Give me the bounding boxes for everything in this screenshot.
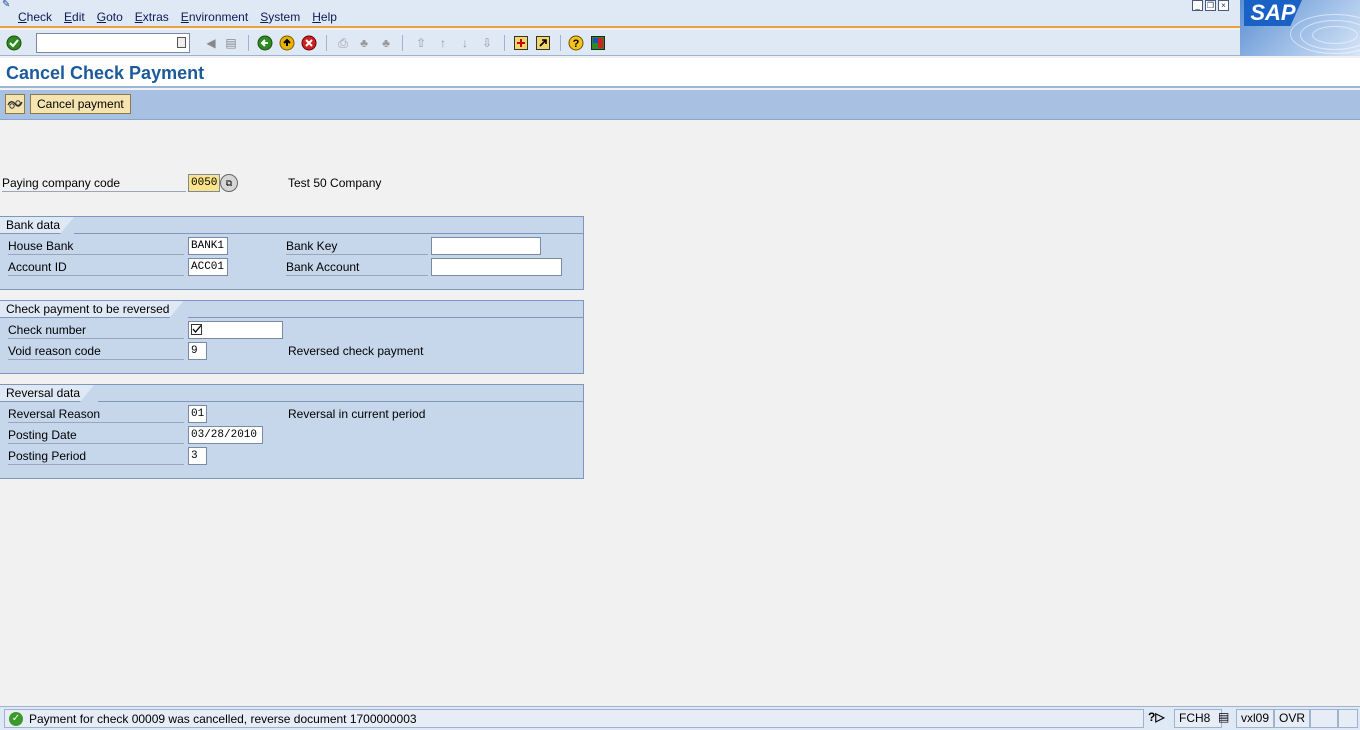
server-name: vxl09 (1236, 709, 1274, 728)
posting-date-field[interactable]: 03/28/2010 (188, 426, 263, 444)
find-icon[interactable]: ♣ (355, 34, 373, 52)
command-history-icon[interactable] (177, 37, 186, 48)
paying-company-code-label: Paying company code (2, 174, 186, 192)
menu-goto[interactable]: Goto (97, 10, 123, 24)
required-checkbox-icon (191, 324, 202, 335)
save-icon[interactable]: ▤ (222, 34, 240, 52)
customize-layout-icon[interactable] (589, 34, 607, 52)
account-id-field[interactable]: ACC01 (188, 258, 228, 276)
bank-key-field[interactable] (431, 237, 541, 255)
title-bar: Cancel Check Payment (0, 58, 1360, 88)
void-reason-code-field[interactable]: 9 (188, 342, 207, 360)
menu-environment[interactable]: Environment (181, 10, 248, 24)
menu-bar: ✎ Check Edit Goto Extras Environment Sys… (0, 0, 1360, 28)
restore-icon[interactable]: ❐ (1205, 0, 1216, 11)
first-page-icon[interactable]: ⇧ (412, 34, 430, 52)
menu-system[interactable]: System (260, 10, 300, 24)
bank-account-field[interactable] (431, 258, 562, 276)
sap-logo: SAP (1240, 0, 1360, 56)
page-title: Cancel Check Payment (6, 63, 205, 83)
menu-list: Check Edit Goto Extras Environment Syste… (12, 10, 343, 24)
menu-check[interactable]: Check (18, 10, 52, 24)
reversal-reason-field[interactable]: 01 (188, 405, 207, 423)
menu-extras[interactable]: Extras (135, 10, 169, 24)
enter-icon[interactable] (5, 34, 23, 52)
menu-edit[interactable]: Edit (64, 10, 85, 24)
account-id-label: Account ID (8, 258, 184, 276)
shortcut-icon[interactable] (534, 34, 552, 52)
resize-grip-icon[interactable] (1338, 709, 1358, 728)
close-icon[interactable]: × (1218, 0, 1229, 11)
back-icon[interactable] (256, 34, 274, 52)
status-message-area[interactable]: ✓ Payment for check 00009 was cancelled,… (4, 709, 1144, 728)
status-spacer (1310, 709, 1338, 728)
system-info-icon[interactable]: ▤ (1216, 709, 1234, 728)
display-check-info-icon[interactable] (5, 94, 25, 114)
svg-text:?: ? (573, 38, 580, 50)
bank-account-label: Bank Account (286, 258, 428, 276)
application-toolbar: Cancel payment (0, 90, 1360, 120)
menu-help[interactable]: Help (312, 10, 337, 24)
posting-period-field[interactable]: 3 (188, 447, 207, 465)
find-next-icon[interactable]: ♣ (377, 34, 395, 52)
status-help-icon[interactable]: ?▷ (1144, 709, 1169, 728)
status-bar: ✓ Payment for check 00009 was cancelled,… (0, 706, 1360, 730)
void-reason-code-label: Void reason code (8, 342, 184, 360)
next-page-icon[interactable]: ↓ (456, 34, 474, 52)
success-icon: ✓ (9, 712, 23, 726)
bank-key-label: Bank Key (286, 237, 428, 255)
paying-company-code-field[interactable]: 0050 (188, 174, 220, 192)
previous-page-icon[interactable]: ↑ (434, 34, 452, 52)
reversal-reason-text: Reversal in current period (288, 407, 426, 421)
house-bank-field[interactable]: BANK1 (188, 237, 228, 255)
minimize-icon[interactable]: _ (1192, 0, 1203, 11)
cancel-payment-button[interactable]: Cancel payment (30, 94, 131, 114)
exit-icon[interactable] (278, 34, 296, 52)
app-menu-icon[interactable]: ✎ (2, 0, 16, 10)
cancel-icon[interactable] (300, 34, 318, 52)
window-controls: _ ❐ × (1192, 0, 1229, 11)
posting-date-label: Posting Date (8, 426, 184, 444)
posting-period-label: Posting Period (8, 447, 184, 465)
help-icon[interactable]: ? (567, 34, 585, 52)
bank-data-title: Bank data (0, 217, 74, 234)
transaction-code: FCH8 (1174, 709, 1222, 728)
insert-mode[interactable]: OVR (1274, 709, 1310, 728)
sap-logo-text: SAP (1244, 0, 1302, 26)
command-field[interactable] (36, 33, 190, 53)
company-name: Test 50 Company (288, 176, 382, 190)
reversal-data-title: Reversal data (0, 385, 94, 402)
house-bank-label: House Bank (8, 237, 184, 255)
create-session-icon[interactable] (512, 34, 530, 52)
standard-toolbar: ◀ ▤ ⎙ ♣ ♣ ⇧ ↑ ↓ ⇩ ? (0, 30, 1240, 56)
print-icon[interactable]: ⎙ (334, 34, 352, 52)
command-input[interactable] (37, 34, 175, 52)
check-payment-title: Check payment to be reversed (0, 301, 183, 318)
value-help-icon[interactable]: ⧉ (220, 174, 238, 192)
status-message: Payment for check 00009 was cancelled, r… (29, 712, 417, 726)
check-number-label: Check number (8, 321, 184, 339)
void-reason-text: Reversed check payment (288, 344, 424, 358)
last-page-icon[interactable]: ⇩ (478, 34, 496, 52)
check-number-field[interactable] (188, 321, 283, 339)
reversal-reason-label: Reversal Reason (8, 405, 184, 423)
back-arrow-gray-icon[interactable]: ◀ (202, 34, 220, 52)
